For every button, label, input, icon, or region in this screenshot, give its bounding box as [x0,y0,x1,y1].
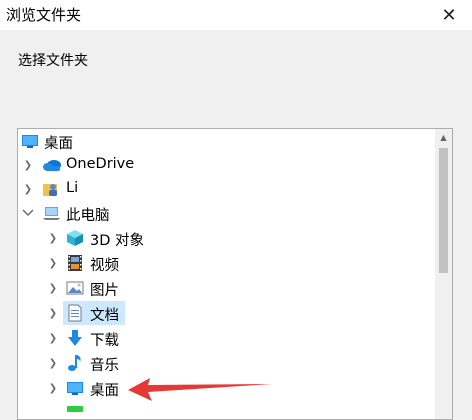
desktop-icon [21,132,39,150]
scroll-up-icon[interactable]: ▲ [435,129,452,146]
tree-item-label: 桌面 [44,136,73,152]
tree-item-label: 3D 对象 [90,233,144,249]
film-icon [66,254,84,272]
cloud-icon [42,156,61,174]
chevron-down-icon[interactable] [21,201,35,225]
tree-item-label: 此电脑 [66,208,110,224]
tree-item-3d-objects[interactable]: ❯ 3D 对象 [18,226,434,250]
tree-item-label: 桌面 [90,383,119,399]
tree-item-li[interactable]: ❯ Li [18,177,434,201]
music-icon [66,354,84,372]
dialog-prompt: 选择文件夹 [18,53,88,69]
chevron-right-icon[interactable]: ❯ [46,276,60,300]
tree-item-this-pc[interactable]: 此电脑 [18,201,434,225]
chevron-right-icon[interactable]: ❯ [21,177,35,201]
tree-item-documents[interactable]: ❯ 文档 [18,301,434,325]
chevron-right-icon[interactable]: ❯ [46,301,60,325]
folder-tree[interactable]: 桌面 ❯ OneDrive ❯ Li 此电脑 ❯ 3D 对象 ❯ 视频 ❯ 图片… [17,128,453,420]
chevron-right-icon[interactable]: ❯ [46,376,60,400]
tree-item-label: Li [66,180,79,196]
vertical-scrollbar[interactable]: ▲ [435,129,452,419]
tree-item-desktop-root[interactable]: 桌面 [18,129,434,153]
window-title: 浏览文件夹 [6,6,82,24]
title-bar: 浏览文件夹 ✕ [0,0,472,30]
chevron-right-icon[interactable]: ❯ [46,351,60,375]
tree-item-label: 图片 [90,283,119,299]
scroll-thumb[interactable] [439,148,448,273]
close-button[interactable]: ✕ [426,0,472,30]
tree-item-videos[interactable]: ❯ 视频 [18,251,434,275]
tree-item-label: 文档 [90,308,119,324]
chevron-right-icon[interactable]: ❯ [46,226,60,250]
tree-item-onedrive[interactable]: ❯ OneDrive [18,153,434,177]
tree-item-label: 视频 [90,258,119,274]
close-icon: ✕ [441,4,457,26]
tree-item-desktop[interactable]: ❯ 桌面 [18,376,434,400]
tree-item-label: OneDrive [66,156,135,172]
tree-item-music[interactable]: ❯ 音乐 [18,351,434,375]
chevron-right-icon[interactable]: ❯ [46,251,60,275]
user-folder-icon [42,180,60,198]
download-icon [66,329,84,347]
tree-item-pictures[interactable]: ❯ 图片 [18,276,434,300]
tree-item-downloads[interactable]: ❯ 下载 [18,326,434,350]
picture-icon [66,279,84,297]
tree-item-partial[interactable] [18,401,434,419]
document-icon [66,304,84,322]
desktop-icon [66,379,84,397]
chevron-right-icon[interactable]: ❯ [46,326,60,350]
computer-icon [42,204,60,222]
tree-item-label: 下载 [90,333,119,349]
chevron-right-icon[interactable]: ❯ [21,153,35,177]
tree-item-label: 音乐 [90,358,119,374]
drive-icon [66,404,84,419]
cube-icon [66,229,84,247]
